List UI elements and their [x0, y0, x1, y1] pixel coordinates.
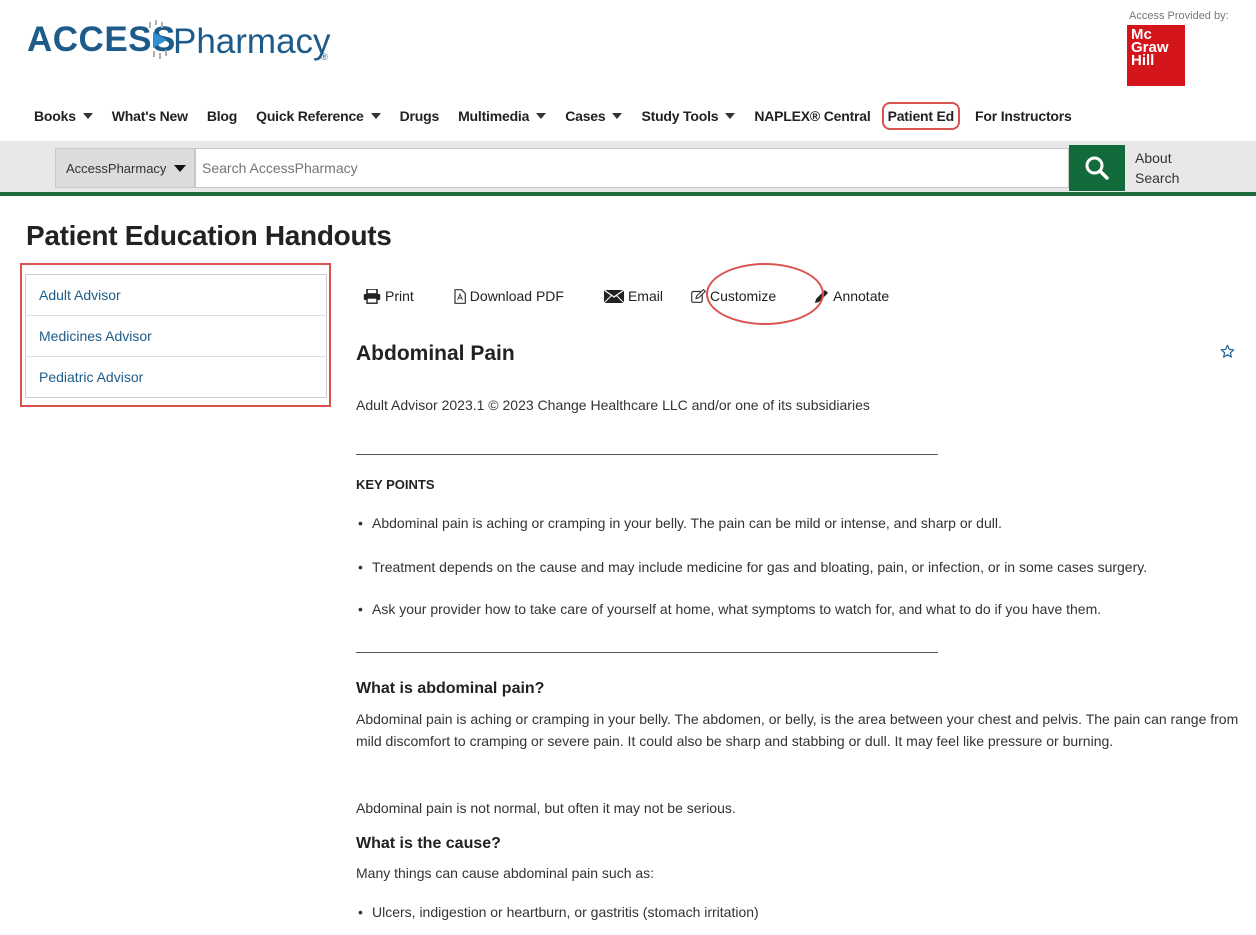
nav-item-cases[interactable]: Cases — [565, 108, 623, 124]
email-label: Email — [627, 288, 663, 304]
chevron-down-icon — [612, 113, 623, 119]
list-item: Ulcers, indigestion or heartburn, or gas… — [356, 904, 759, 920]
nav-item-label: Quick Reference — [256, 108, 364, 124]
nav-item-naplex-central[interactable]: NAPLEX® Central — [754, 108, 870, 124]
sidebar-item-pediatric-advisor[interactable]: Pediatric Advisor — [26, 357, 326, 397]
logo-arrow-icon — [149, 20, 167, 59]
list-item: Abdominal pain is aching or cramping in … — [356, 515, 1002, 531]
mcgraw-hill-logo: Mc Graw Hill — [1127, 25, 1185, 86]
nav-item-label: Books — [34, 108, 76, 124]
nav-item-blog[interactable]: Blog — [206, 108, 238, 124]
key-points-heading: KEY POINTS — [356, 477, 435, 492]
printer-icon — [363, 288, 381, 304]
chevron-down-icon — [174, 164, 187, 172]
print-button[interactable]: Print — [363, 288, 414, 304]
edit-icon — [691, 289, 706, 303]
key-points-list-3: Ask your provider how to take care of yo… — [356, 601, 1101, 617]
nav-item-label: Patient Ed — [887, 108, 955, 124]
annotate-label: Annotate — [833, 288, 890, 304]
section-paragraph: Abdominal pain is not normal, but often … — [356, 800, 736, 816]
pdf-file-icon — [454, 288, 466, 304]
nav-item-label: Study Tools — [641, 108, 719, 124]
nav-item-label: Multimedia — [458, 108, 530, 124]
download-pdf-button[interactable]: Download PDF — [454, 288, 564, 304]
advisor-sidebar: Adult Advisor Medicines Advisor Pediatri… — [25, 274, 327, 398]
envelope-icon — [603, 289, 624, 303]
chevron-down-icon — [370, 113, 381, 119]
email-button[interactable]: Email — [603, 288, 663, 304]
list-item: Ask your provider how to take care of yo… — [356, 601, 1101, 617]
search-button[interactable] — [1069, 145, 1125, 191]
sidebar-item-adult-advisor[interactable]: Adult Advisor — [26, 275, 326, 316]
search-scope-dropdown[interactable]: AccessPharmacy — [55, 148, 195, 188]
logo-registered-mark: ® — [321, 52, 328, 62]
search-icon — [1085, 156, 1109, 180]
chevron-down-icon — [536, 113, 547, 119]
nav-item-study-tools[interactable]: Study Tools — [641, 108, 736, 124]
section-heading-what-is: What is abdominal pain? — [356, 680, 545, 697]
page-title: Patient Education Handouts — [26, 220, 392, 251]
list-item: Treatment depends on the cause and may i… — [356, 559, 1147, 575]
nav-item-label: Drugs — [399, 108, 440, 124]
access-provided-by-label: Access Provided by: — [1129, 10, 1229, 22]
annotate-button[interactable]: Annotate — [814, 288, 889, 304]
nav-item-label: Blog — [206, 108, 238, 124]
search-scope-label: AccessPharmacy — [66, 160, 167, 176]
causes-list: Ulcers, indigestion or heartburn, or gas… — [356, 904, 759, 920]
customize-highlight — [706, 263, 824, 325]
sidebar-item-medicines-advisor[interactable]: Medicines Advisor — [26, 316, 326, 357]
search-bar: AccessPharmacy About Search — [0, 141, 1256, 196]
key-points-list: Abdominal pain is aching or cramping in … — [356, 515, 1002, 531]
main-nav: Books What's New Blog Quick Reference Drugs M… — [34, 102, 1091, 130]
nav-item-patient-ed[interactable]: Patient Ed — [881, 102, 961, 130]
nav-item-quick-reference[interactable]: Quick Reference — [256, 108, 381, 124]
nav-item-drugs[interactable]: Drugs — [399, 108, 440, 124]
nav-item-books[interactable]: Books — [34, 108, 93, 124]
nav-item-label: Cases — [565, 108, 606, 124]
article-title: Abdominal Pain — [356, 342, 515, 365]
download-pdf-label: Download PDF — [469, 288, 564, 304]
nav-item-label: NAPLEX® Central — [754, 108, 871, 124]
about-search-link[interactable]: About Search — [1135, 148, 1195, 188]
nav-item-what-s-new[interactable]: What's New — [112, 108, 188, 124]
section-paragraph: Abdominal pain is aching or cramping in … — [356, 711, 1239, 749]
section-heading-cause: What is the cause? — [356, 835, 501, 852]
nav-item-label: For Instructors — [975, 108, 1072, 124]
divider — [356, 454, 938, 455]
nav-item-for-instructors[interactable]: For Instructors — [975, 108, 1072, 124]
nav-item-label: What's New — [111, 108, 188, 124]
divider — [356, 652, 938, 653]
favorite-star-icon[interactable] — [1220, 344, 1235, 359]
print-label: Print — [385, 288, 414, 304]
search-input[interactable] — [195, 148, 1069, 188]
logo-pharmacy-text: Pharmacy — [173, 22, 331, 61]
chevron-down-icon — [725, 113, 736, 119]
article-copyright: Adult Advisor 2023.1 © 2023 Change Healt… — [356, 397, 870, 413]
key-points-list-2: Treatment depends on the cause and may i… — [356, 559, 1147, 575]
chevron-down-icon — [82, 113, 93, 119]
nav-item-multimedia[interactable]: Multimedia — [458, 108, 547, 124]
section-paragraph: Many things can cause abdominal pain suc… — [356, 865, 655, 881]
